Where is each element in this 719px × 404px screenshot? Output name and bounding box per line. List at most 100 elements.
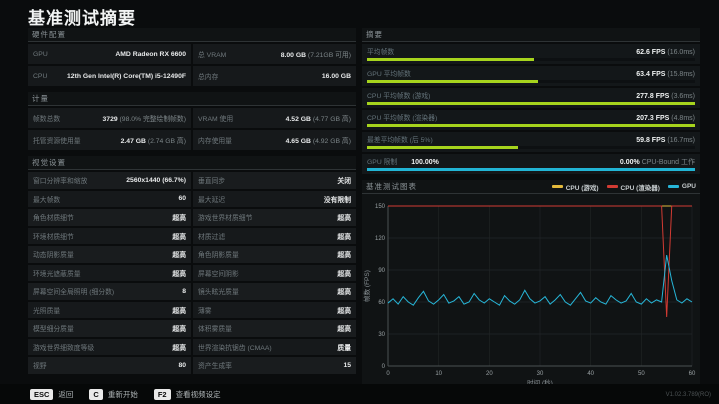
summary-row-line: GPU 平均帧数63.4 FPS (15.8ms) [367,68,695,78]
info-cell: 游戏世界细致度等级超高 [28,339,191,356]
gpu-bound-row: GPU 限制100.00%0.00% CPU-Bound 工作 [362,154,700,174]
footer-key-hints: ESC 返回 C 重新开始 F2查看视频设定 [30,389,221,400]
legend-swatch [668,185,679,188]
summary-row: CPU 平均帧数 (游戏)277.8 FPS (3.6ms) [362,88,700,108]
cell-value: 15 [343,362,351,369]
gpu-bound-label: GPU 限制 [367,156,397,166]
summary-row-line: 最差平均帧数 (后 5%) 59.8 FPS (16.7ms) [367,134,695,144]
key-action-label: 返回 [58,389,73,400]
right-column: 摘要 平均帧数62.6 FPS (16.0ms)GPU 平均帧数63.4 FPS… [362,28,700,403]
keycap-esc: ESC [30,389,53,400]
info-cell: 环境光遮蔽质量超高 [28,265,191,282]
cell-sub-value: (7.21GB 可用) [306,52,351,59]
info-row: 环境光遮蔽质量超高屏幕空间阴影超高 [28,265,356,282]
info-row: 帧数总数3729 (98.0% 完整绘制帧数)VRAM 使用4.52 GB (4… [28,108,356,128]
footer-bar: ESC返回C重新开始F2查看视频设定 V1.02.3.789(RO) [0,384,719,404]
metrics-section-header: 计量 [28,92,356,106]
keycap-f2: F2 [154,389,171,400]
chart-plot-area: 03060901201500102030405060时间 (秒)帧数 (FPS) [362,194,700,397]
summary-fps-value: 277.8 FPS (3.6ms) [636,93,695,100]
y-tick-label: 60 [378,300,385,306]
cell-value: 4.65 GB (4.92 GB 高) [286,135,351,145]
benchmark-summary-screen: 基准测试摘要 硬件配置 GPUAMD Radeon RX 6600总 VRAM8… [0,0,719,404]
summary-row-line: 平均帧数62.6 FPS (16.0ms) [367,46,695,56]
x-tick-label: 10 [435,371,442,377]
info-cell: 体积雾质量超高 [193,320,356,337]
cpu-bound-value: 0.00% CPU-Bound 工作 [620,157,695,167]
info-cell: 镜头眩光质量 超高 [193,283,356,300]
info-cell: 内存使用量4.65 GB (4.92 GB 高) [193,130,356,150]
cell-label: 帧数总数 [33,113,60,123]
cell-value: 2.47 GB (2.74 GB 高) [121,135,186,145]
summary-frametime-value: (3.6ms) [671,93,695,100]
cell-sub-value: (98.0% 完整绘制帧数) [118,116,186,123]
cell-label: 动态阴影质量 [33,249,74,259]
gpu-bound-bar-track [367,168,695,171]
cell-value: 超高 [172,249,186,259]
summary-frametime-value: (16.7ms) [667,137,695,144]
cell-label: 最大延迟 [198,194,225,204]
x-tick-label: 30 [537,371,544,377]
cell-value: 质量 [337,342,351,352]
gpu-bound-bar-fill [367,168,695,171]
info-cell: 窗口分辨率和缩放2560x1440 (66.7%) [28,172,191,189]
cell-value: 超高 [337,286,351,296]
cell-label: 资产生成率 [198,360,232,370]
footer-action-c[interactable]: C 重新开始 [89,389,137,400]
legend-swatch [607,185,618,188]
y-tick-label: 0 [382,364,386,370]
summary-bar-fill [367,146,518,149]
legend-label: CPU (渲染器) [621,182,660,192]
info-cell: 总 VRAM8.00 GB (7.21GB 可用) [193,44,356,64]
cell-label: 模型细分质量 [33,323,74,333]
cell-label: 游戏世界材质细节 [198,212,252,222]
footer-action-esc[interactable]: ESC 返回 [30,389,73,400]
cell-label: 最大帧数 [33,194,60,204]
keycap-c: C [89,389,102,400]
info-row: 托管资源使用量2.47 GB (2.74 GB 高)内存使用量4.65 GB (… [28,130,356,150]
legend-label: GPU [682,183,696,190]
cell-value: 2560x1440 (66.7%) [126,177,186,184]
summary-fps-value: 59.8 FPS (16.7ms) [636,137,695,144]
metrics-section: 计量 帧数总数3729 (98.0% 完整绘制帧数)VRAM 使用4.52 GB… [28,92,356,150]
page-title: 基准测试摘要 [28,4,136,29]
benchmark-line-chart: 03060901201500102030405060时间 (秒)帧数 (FPS) [362,196,700,392]
info-cell: 角色材质细节超高 [28,209,191,226]
info-cell: 视野80 [28,357,191,374]
info-cell: CPU12th Gen Intel(R) Core(TM) i5-12490F [28,66,191,86]
cell-value: 超高 [337,231,351,241]
info-cell: 环境材质细节超高 [28,228,191,245]
summary-frametime-value: (15.8ms) [667,71,695,78]
cell-value: 16.00 GB [322,73,351,80]
info-row: 视野80 资产生成率 15 [28,357,356,374]
legend-swatch [552,185,563,188]
cell-sub-value: (4.92 GB 高) [311,138,351,145]
info-cell: 光照质量超高 [28,302,191,319]
x-tick-label: 50 [638,371,645,377]
info-cell: 屏幕空间全局照明 (细分数)8 [28,283,191,300]
cell-label: 视野 [33,360,47,370]
cell-value: 关闭 [337,175,351,185]
cell-label: 镜头眩光质量 [198,286,239,296]
cell-value: 超高 [337,212,351,222]
cell-value: 60 [178,195,186,202]
cell-label: 角色阴影质量 [198,249,239,259]
info-cell: 角色阴影质量超高 [193,246,356,263]
visual-settings-section-header: 视觉设置 [28,156,356,170]
info-cell: 模型细分质量超高 [28,320,191,337]
cell-value: 4.52 GB (4.77 GB 高) [286,113,351,123]
summary-section: 摘要 平均帧数62.6 FPS (16.0ms)GPU 平均帧数63.4 FPS… [362,28,700,174]
cell-label: 角色材质细节 [33,212,74,222]
footer-action-f2[interactable]: F2查看视频设定 [154,389,221,400]
x-tick-label: 60 [689,371,696,377]
cell-value: AMD Radeon RX 6600 [115,51,186,58]
key-action-label: 重新开始 [108,389,138,400]
metrics-rows: 帧数总数3729 (98.0% 完整绘制帧数)VRAM 使用4.52 GB (4… [28,108,356,150]
legend-label: CPU (游戏) [566,182,599,192]
summary-metric-label: 最差平均帧数 (后 5%) [367,134,433,144]
cell-label: 环境光遮蔽质量 [33,268,81,278]
summary-frametime-value: (16.0ms) [667,49,695,56]
cell-value: 超高 [172,231,186,241]
y-tick-label: 90 [378,268,385,274]
hardware-section: 硬件配置 GPUAMD Radeon RX 6600总 VRAM8.00 GB … [28,28,356,86]
